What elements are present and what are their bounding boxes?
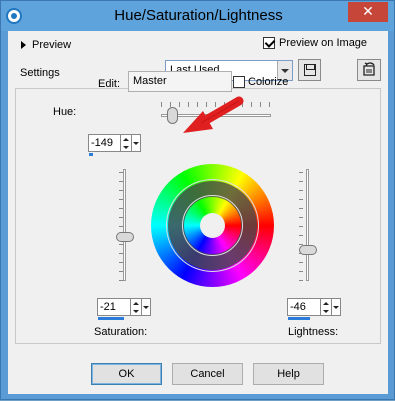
annotation-arrow-icon — [183, 96, 244, 133]
dialog-window: Hue/Saturation/Lightness ✕ Preview Previ… — [0, 0, 395, 400]
